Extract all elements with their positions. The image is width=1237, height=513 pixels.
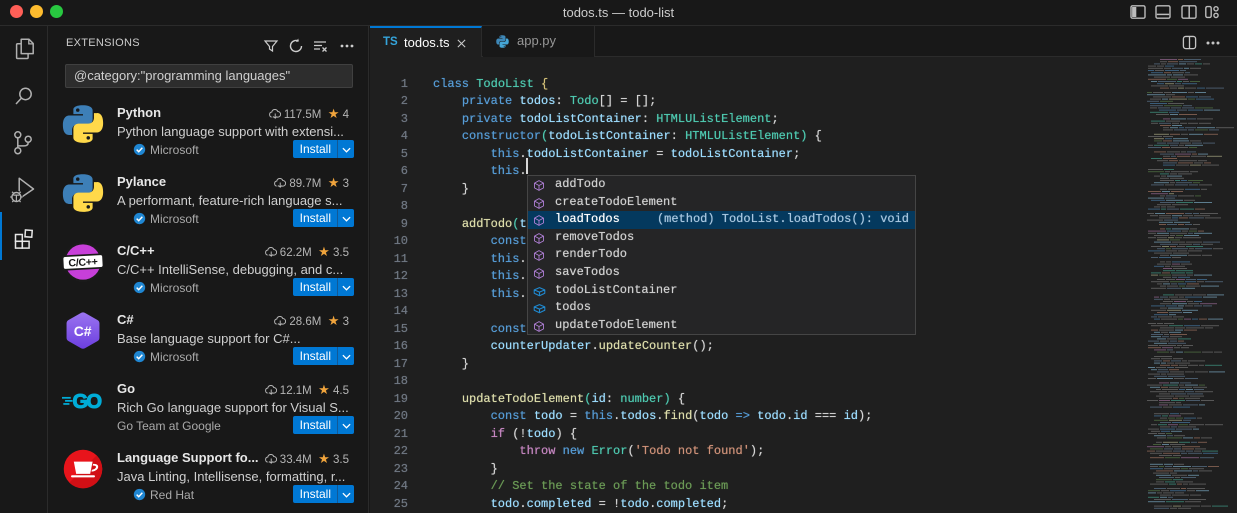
svg-text:GO: GO [73,391,102,413]
svg-text:C#: C# [74,323,92,339]
svg-text:C/C++: C/C++ [68,256,98,270]
